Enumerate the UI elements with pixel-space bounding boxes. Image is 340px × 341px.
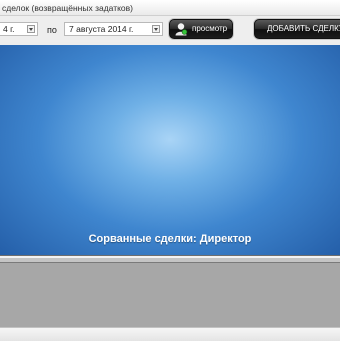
banner-title: Сорванные сделки: Директор <box>88 233 252 245</box>
status-bar <box>0 327 340 341</box>
date-to-value: 7 августа 2014 г. <box>69 24 134 34</box>
view-button-label: просмотр <box>192 24 228 33</box>
calendar-dropdown-icon[interactable] <box>27 25 35 33</box>
add-deal-button[interactable]: ДОБАВИТЬ СДЕЛКУ <box>254 19 340 39</box>
window-title: сделок (возвращённых задатков) <box>2 3 134 13</box>
report-banner: Сорванные сделки: Директор <box>0 45 340 255</box>
date-from-value: 4 г. <box>3 24 15 34</box>
date-from-picker[interactable]: 4 г. <box>0 22 38 36</box>
date-range-to-label: по <box>47 25 57 35</box>
filter-toolbar: 4 г. по 7 августа 2014 г. просмотр ДОБАВ… <box>0 16 340 42</box>
window-titlebar: сделок (возвращённых задатков) <box>0 0 340 16</box>
results-panel <box>0 263 340 327</box>
view-button[interactable]: просмотр <box>169 19 233 39</box>
date-to-picker[interactable]: 7 августа 2014 г. <box>64 22 163 36</box>
user-icon <box>175 23 188 36</box>
add-deal-button-label: ДОБАВИТЬ СДЕЛКУ <box>267 24 340 33</box>
calendar-dropdown-icon[interactable] <box>152 25 160 33</box>
